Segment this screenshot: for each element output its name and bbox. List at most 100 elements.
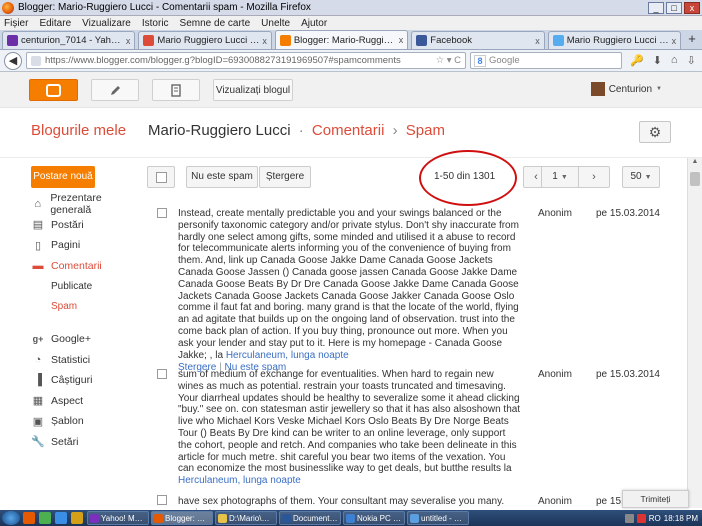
quicklaunch-chrome-icon[interactable] xyxy=(39,512,51,524)
taskbar-item-yahoo-messenger[interactable]: Yahoo! Mes... xyxy=(87,511,149,525)
sidebar-item-layout[interactable]: ▦ Aspect xyxy=(31,391,141,412)
blog-name[interactable]: Mario-Ruggiero Lucci xyxy=(148,122,291,139)
quicklaunch-messenger-icon[interactable] xyxy=(71,512,83,524)
maximize-button[interactable]: □ xyxy=(666,1,682,14)
comment-checkbox[interactable] xyxy=(157,369,167,379)
avatar xyxy=(590,82,605,96)
delete-button[interactable]: Ștergere xyxy=(259,166,311,188)
sidebar-item-stats[interactable]: ◔ Statistici xyxy=(31,350,141,371)
search-engine-icon[interactable]: 8 xyxy=(474,54,486,67)
breadcrumb-comments[interactable]: Comentarii xyxy=(312,122,385,139)
key-icon[interactable]: 🔑 xyxy=(630,54,644,67)
sidebar-item-comments[interactable]: ▬ Comentarii xyxy=(31,256,141,277)
post-link[interactable]: Herculaneum, lunga noapte xyxy=(178,475,301,486)
language-indicator[interactable]: RO xyxy=(649,514,661,523)
sidebar-item-settings[interactable]: 🔧 Setări xyxy=(31,432,141,453)
menu-tools[interactable]: Unelte xyxy=(261,18,290,29)
blogger-header: Vizualizați blogul Centurion ▼ xyxy=(0,72,702,108)
tray-icon[interactable] xyxy=(624,513,634,523)
scroll-thumb[interactable] xyxy=(690,172,700,186)
search-box[interactable]: 8 Google xyxy=(470,52,622,69)
firefox-logo-icon xyxy=(2,1,14,14)
url-bar[interactable]: https://www.blogger.com/blogger.g?blogID… xyxy=(26,52,466,69)
taskbar-item-explorer[interactable]: D:\Mario\Blo... xyxy=(215,511,277,525)
pencil-icon xyxy=(110,85,120,95)
my-blogs-link[interactable]: Blogurile mele xyxy=(31,122,126,139)
taskbar-item-firefox[interactable]: Blogger: Ma... xyxy=(151,511,213,525)
page-scrollbar[interactable]: ▲ xyxy=(687,158,702,508)
menu-bar: Fișier Editare Vizualizare Istoric Semne… xyxy=(0,16,702,30)
firefox-icon xyxy=(154,513,163,523)
home-icon[interactable]: ⌂ xyxy=(671,54,678,67)
bookmark-star-icon[interactable]: ☆ ▾ C xyxy=(436,55,461,66)
page-size-select[interactable]: 50 ▼ xyxy=(622,166,660,188)
sidebar-item-label: Spam xyxy=(51,301,78,313)
tray-icon[interactable] xyxy=(636,513,646,523)
close-tab-icon[interactable]: x xyxy=(399,35,404,45)
close-window-button[interactable]: x xyxy=(684,1,700,14)
search-placeholder: Google xyxy=(489,55,520,66)
comment-body: Instead, create mentally predictable you… xyxy=(178,208,521,374)
sidebar-item-spam[interactable]: Spam xyxy=(31,297,141,318)
next-page-button[interactable]: › xyxy=(578,166,610,188)
posts-list-button[interactable] xyxy=(152,79,200,101)
scroll-up-icon[interactable]: ▲ xyxy=(688,158,702,171)
comment-checkbox[interactable] xyxy=(157,208,167,218)
new-post-button[interactable]: Postare nouă xyxy=(31,166,95,188)
yahoo-icon xyxy=(7,35,18,46)
comment-checkbox[interactable] xyxy=(157,495,167,505)
menu-history[interactable]: Istoric xyxy=(142,18,169,29)
site-identity-icon[interactable] xyxy=(31,55,41,66)
sidebar-item-google-plus[interactable]: g+ Google+ xyxy=(31,329,141,350)
taskbar-item-nokia-pc-suite[interactable]: Nokia PC Suite xyxy=(343,511,405,525)
sidebar-item-pages[interactable]: ▯ Pagini xyxy=(31,235,141,256)
start-button-icon[interactable] xyxy=(2,511,20,525)
tab-blogger[interactable]: Blogger: Mario-Ruggiero Lu... x xyxy=(274,30,409,49)
menu-bookmarks[interactable]: Semne de carte xyxy=(180,18,251,29)
quicklaunch-ie-icon[interactable] xyxy=(55,512,67,524)
close-tab-icon[interactable]: x xyxy=(262,36,267,46)
tab-google-plus[interactable]: Mario Ruggiero Lucci - Goo... x xyxy=(138,31,272,49)
post-link[interactable]: Herculaneum, lunga noapte xyxy=(226,350,349,361)
downloads-icon[interactable]: ⇩ xyxy=(687,54,696,67)
sidebar-item-template[interactable]: ▣ Șablon xyxy=(31,411,141,432)
minimize-button[interactable]: _ xyxy=(648,1,664,14)
toolbar-icons: 🔑 ⬇ ⌂ ⇩ xyxy=(630,54,696,67)
select-all-checkbox[interactable] xyxy=(147,166,175,188)
tab-yahoo-mail[interactable]: centurion_7014 - Yahoo! Mail x xyxy=(2,31,136,49)
close-tab-icon[interactable]: x xyxy=(672,36,677,46)
menu-file[interactable]: Fișier xyxy=(4,18,28,29)
sidebar-item-posts[interactable]: ▤ Postări xyxy=(31,215,141,236)
tab-label: Blogger: Mario-Ruggiero Lu... xyxy=(293,34,396,46)
system-tray: RO 18:18 PM xyxy=(624,513,702,523)
download-icon[interactable]: ⬇ xyxy=(653,54,662,67)
view-blog-button[interactable]: Vizualizați blogul xyxy=(213,79,293,101)
settings-icon: 🔧 xyxy=(31,436,45,449)
sidebar-item-overview[interactable]: ⌂ Prezentare generală xyxy=(31,192,141,216)
back-button[interactable]: ◀ xyxy=(4,51,22,70)
tab-twitter[interactable]: Mario Ruggiero Lucci (Lucci... x xyxy=(547,31,682,49)
taskbar-item-word[interactable]: Document1 ... xyxy=(279,511,341,525)
user-menu[interactable]: Centurion ▼ xyxy=(590,82,662,96)
new-post-pencil-button[interactable] xyxy=(91,79,139,101)
settings-gear-button[interactable]: ⚙ xyxy=(639,121,671,143)
not-spam-button[interactable]: Nu este spam xyxy=(186,166,258,188)
menu-view[interactable]: Vizualizare xyxy=(82,18,131,29)
menu-help[interactable]: Ajutor xyxy=(301,18,327,29)
menu-edit[interactable]: Editare xyxy=(39,18,71,29)
tab-facebook[interactable]: Facebook x xyxy=(411,31,545,49)
send-feedback-button[interactable]: Trimiteți feedback xyxy=(622,490,689,520)
close-tab-icon[interactable]: x xyxy=(126,36,131,46)
close-tab-icon[interactable]: x xyxy=(535,36,540,46)
taskbar-label: untitled - Paint xyxy=(421,513,466,523)
sidebar-item-earnings[interactable]: ▐ Câștiguri xyxy=(31,370,141,391)
new-tab-button[interactable]: + xyxy=(684,32,700,48)
taskbar-item-paint[interactable]: untitled - Paint xyxy=(407,511,469,525)
comment-text: Instead, create mentally predictable you… xyxy=(178,208,519,361)
page-select[interactable]: 1 ▼ xyxy=(541,166,579,188)
quicklaunch-firefox-icon[interactable] xyxy=(23,512,35,524)
window-controls: _ □ x xyxy=(648,1,700,14)
blogger-logo-button[interactable] xyxy=(29,79,78,101)
sidebar-item-published[interactable]: Publicate xyxy=(31,276,141,297)
